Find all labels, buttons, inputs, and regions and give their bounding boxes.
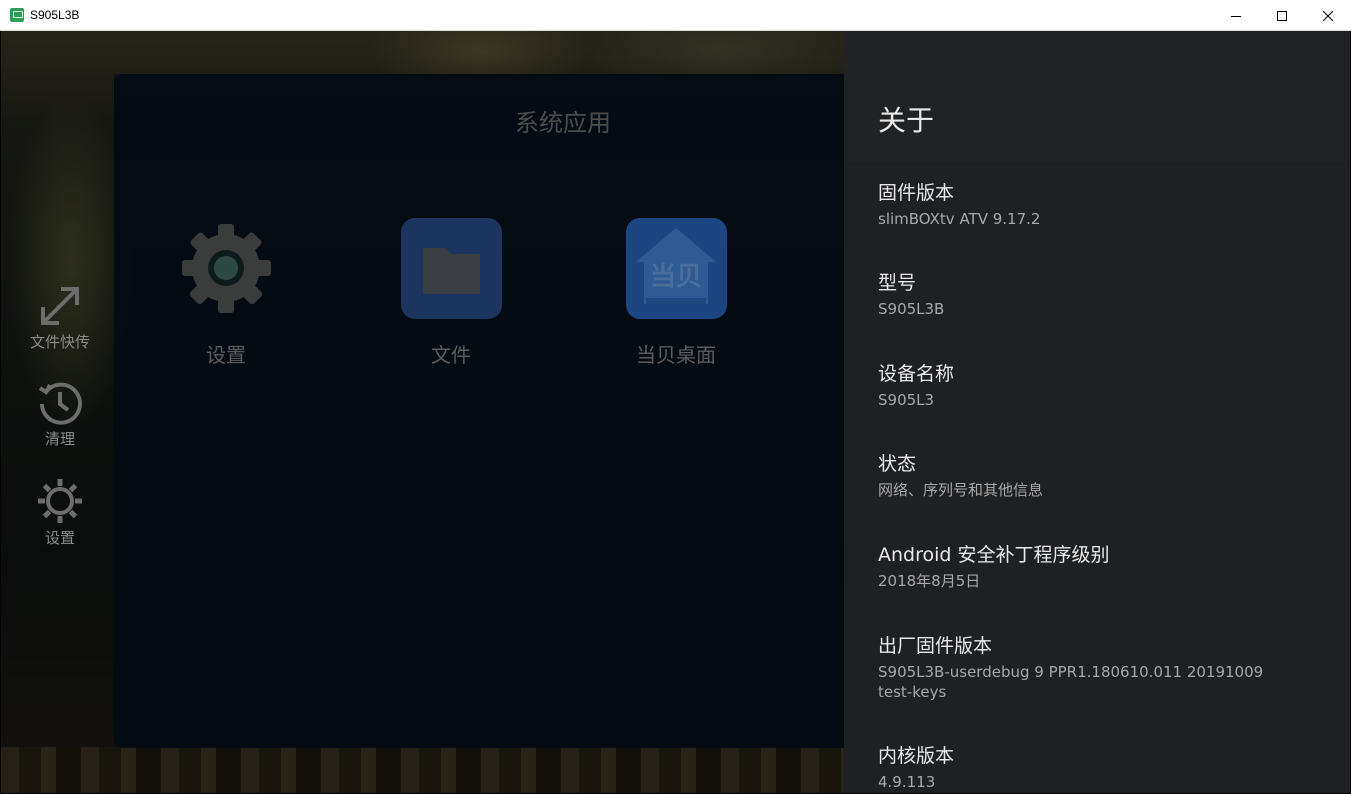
app-window-icon bbox=[10, 8, 24, 22]
dangbei-home-icon: 当贝 bbox=[625, 218, 727, 319]
rail-label-file-transfer: 文件快传 bbox=[29, 333, 90, 351]
app-tile-settings[interactable]: 设置 bbox=[166, 218, 286, 368]
setting-title: 状态 bbox=[878, 453, 917, 475]
setting-title: 型号 bbox=[878, 272, 917, 294]
setting-value: 4.9.113 bbox=[878, 773, 936, 791]
setting-device-name[interactable]: 设备名称 S905L3 bbox=[878, 362, 1298, 410]
rail-item-file-transfer[interactable]: 文件快传 bbox=[1, 283, 119, 352]
window-titlebar: S905L3B bbox=[0, 0, 1351, 31]
close-icon bbox=[1323, 10, 1333, 21]
setting-title: 固件版本 bbox=[878, 182, 955, 204]
folder-icon bbox=[400, 218, 502, 319]
setting-title: 出厂固件版本 bbox=[878, 635, 993, 657]
close-button[interactable] bbox=[1305, 0, 1351, 31]
setting-value: S905L3B-userdebug 9 PPR1.180610.011 2019… bbox=[878, 663, 1264, 681]
app-label-dangbei: 当贝桌面 bbox=[636, 343, 716, 367]
setting-value: S905L3B bbox=[878, 300, 945, 318]
setting-value: S905L3 bbox=[878, 391, 935, 409]
window-controls bbox=[1213, 0, 1351, 31]
setting-status[interactable]: 状态 网络、序列号和其他信息 bbox=[878, 452, 1298, 500]
setting-value: slimBOXtv ATV 9.17.2 bbox=[878, 210, 1041, 228]
app-label-settings: 设置 bbox=[206, 343, 246, 367]
rail-label-clean: 清理 bbox=[44, 430, 75, 448]
settings-title: 关于 bbox=[878, 104, 935, 137]
setting-title: Android 安全补丁程序级别 bbox=[878, 544, 1110, 566]
gear-icon bbox=[38, 479, 82, 523]
dangbei-icon-text: 当贝 bbox=[649, 262, 702, 292]
setting-value: 2018年8月5日 bbox=[878, 572, 981, 590]
transfer-arrows-icon bbox=[41, 287, 79, 325]
setting-value: 网络、序列号和其他信息 bbox=[878, 481, 1044, 499]
app-tile-dangbei[interactable]: 当贝 当贝桌面 bbox=[616, 218, 736, 368]
minimize-icon bbox=[1231, 15, 1241, 17]
settings-gear-icon bbox=[176, 218, 277, 319]
setting-title: 内核版本 bbox=[878, 745, 955, 767]
setting-firmware-version[interactable]: 固件版本 slimBOXtv ATV 9.17.2 bbox=[878, 181, 1298, 229]
maximize-button[interactable] bbox=[1259, 0, 1305, 31]
setting-title: 设备名称 bbox=[878, 363, 955, 385]
system-apps-panel: 设置 文件 当贝 当贝桌面 bbox=[114, 74, 845, 748]
rail-item-settings[interactable]: 设置 bbox=[1, 477, 119, 548]
maximize-icon bbox=[1277, 10, 1287, 21]
setting-model[interactable]: 型号 S905L3B bbox=[878, 271, 1298, 319]
window-title: S905L3B bbox=[30, 8, 80, 22]
minimize-button[interactable] bbox=[1213, 0, 1259, 31]
app-tile-files[interactable]: 文件 bbox=[391, 218, 511, 368]
rail-label-settings: 设置 bbox=[44, 529, 75, 547]
settings-list: 固件版本 slimBOXtv ATV 9.17.2 型号 S905L3B 设备名… bbox=[844, 162, 1350, 793]
settings-header: 关于 bbox=[844, 31, 1350, 162]
setting-security-patch[interactable]: Android 安全补丁程序级别 2018年8月5日 bbox=[878, 543, 1298, 591]
setting-factory-firmware[interactable]: 出厂固件版本 S905L3B-userdebug 9 PPR1.180610.0… bbox=[878, 634, 1298, 702]
setting-kernel-version[interactable]: 内核版本 4.9.113 bbox=[878, 744, 1298, 792]
rail-item-clean[interactable]: 清理 bbox=[1, 378, 119, 449]
app-label-files: 文件 bbox=[431, 343, 471, 367]
setting-value-line2: test-keys bbox=[878, 683, 947, 701]
clean-timer-icon bbox=[38, 382, 82, 425]
about-settings-panel: 关于 固件版本 slimBOXtv ATV 9.17.2 型号 S905L3B … bbox=[844, 31, 1350, 793]
tv-screen: 文件快传 清理 设置 设置 文件 当贝 当贝桌面 系统应用 关于 固件版本 sl… bbox=[1, 31, 1350, 793]
